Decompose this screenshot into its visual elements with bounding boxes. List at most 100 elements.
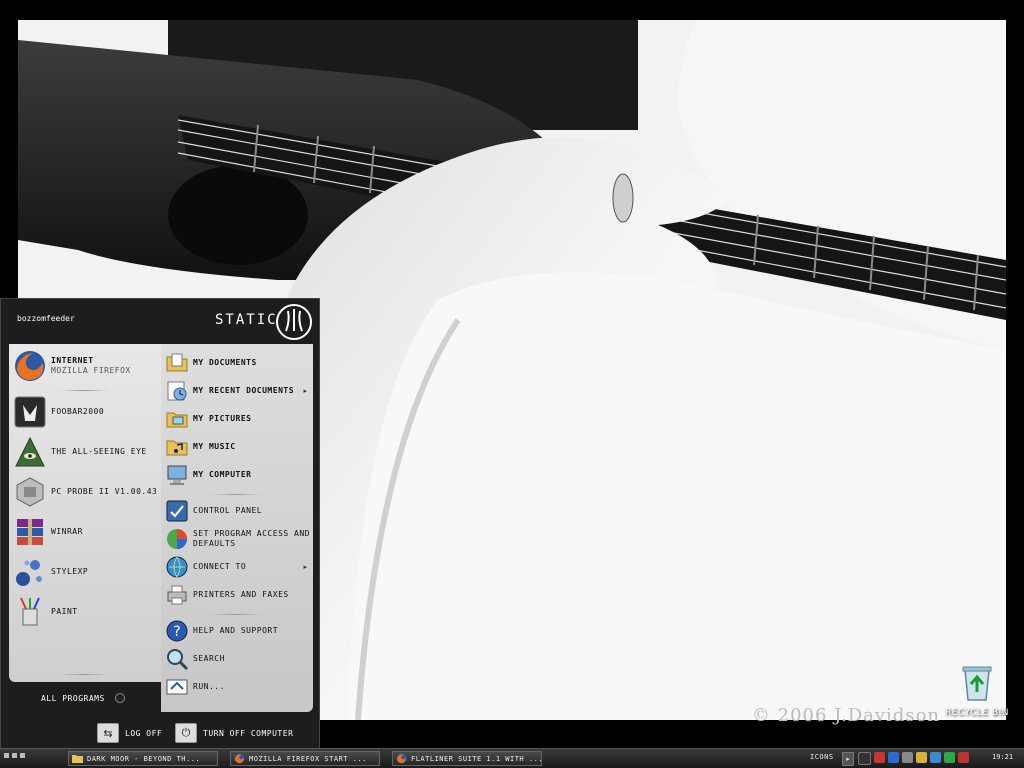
recent-documents-icon [167, 381, 187, 401]
search-icon [167, 649, 189, 671]
place-my-music[interactable]: MY MUSIC [165, 434, 311, 460]
program-label: PC PROBE II V1.00.43 [51, 487, 158, 496]
program-pc-probe[interactable]: PC PROBE II V1.00.43 [13, 474, 161, 510]
all-programs-button[interactable]: ALL PROGRAMS [9, 684, 161, 712]
place-label: MY MUSIC [193, 442, 236, 451]
taskbar-item-label: DARK MOOR - BEYOND TH... [87, 754, 201, 763]
recycle-bin-icon [962, 666, 992, 701]
program-label: WINRAR [51, 527, 83, 536]
folder-icon [72, 755, 83, 763]
theme-logo-icon [276, 304, 312, 340]
system-program-defaults[interactable]: SET PROGRAM ACCESS AND DEFAULTS [165, 526, 311, 552]
start-dot-icon [12, 753, 17, 758]
tray-alert-icon[interactable] [958, 752, 969, 763]
program-label: PAINT [51, 607, 78, 616]
tray-app-icon[interactable] [858, 752, 871, 765]
start-dot-icon [20, 753, 25, 758]
program-stylexp[interactable]: STYLEXP [13, 554, 161, 590]
start-menu-header: bozzomfeeder STATIC [1, 299, 321, 344]
user-name: bozzomfeeder [17, 314, 75, 323]
firefox-icon [396, 753, 407, 764]
place-my-documents[interactable]: MY DOCUMENTS [165, 350, 311, 376]
separator [59, 674, 109, 675]
tray-messenger-icon[interactable] [930, 752, 941, 763]
system-tray [858, 752, 969, 765]
printer-icon [167, 585, 187, 605]
tray-update-icon[interactable] [916, 752, 927, 763]
power-icon: ⏻ [175, 723, 197, 743]
firefox-icon [15, 351, 45, 381]
system-label: CONTROL PANEL [193, 506, 263, 515]
run-icon [166, 679, 188, 695]
tray-volume-icon[interactable] [902, 752, 913, 763]
taskbar-item-label: MOZILLA FIREFOX START ... [249, 754, 367, 763]
program-firefox[interactable]: INTERNET MOZILLA FIREFOX [13, 348, 161, 384]
stylexp-icon [16, 560, 42, 586]
system-label: PRINTERS AND FAXES [193, 590, 289, 599]
search-item[interactable]: SEARCH [165, 646, 311, 672]
start-menu-places-pane: MY DOCUMENTS MY RECENT DOCUMENTS ▸ MY PI… [161, 344, 313, 712]
winrar-icon [17, 519, 43, 545]
program-all-seeing-eye[interactable]: THE ALL-SEEING EYE [13, 434, 161, 470]
program-defaults-icon [167, 529, 187, 549]
recycle-bin[interactable]: RECYCLE BIN [942, 664, 1012, 718]
firefox-icon [234, 753, 245, 764]
start-button[interactable] [4, 753, 25, 758]
place-label: MY RECENT DOCUMENTS [193, 386, 295, 395]
paint-icon [20, 597, 40, 626]
tray-utility-icon[interactable] [944, 752, 955, 763]
wallpaper-watermark: © 2006 J.Davidson [751, 705, 940, 726]
taskbar-clock[interactable]: 19:21 [992, 753, 1013, 761]
submenu-arrow-icon: ▸ [303, 387, 307, 395]
start-dot-icon [4, 753, 9, 758]
program-label: STYLEXP [51, 567, 89, 576]
tray-antivirus-icon[interactable] [874, 752, 885, 763]
separator [211, 494, 261, 495]
taskbar-item-dark-moor[interactable]: DARK MOOR - BEYOND TH... [68, 751, 218, 766]
start-menu: bozzomfeeder STATIC INTERNET MOZILLA FIRE… [0, 298, 320, 748]
separator [211, 614, 261, 615]
program-label: FOOBAR2000 [51, 407, 105, 416]
program-foobar[interactable]: FOOBAR2000 [13, 394, 161, 430]
program-paint[interactable]: PAINT [13, 594, 161, 630]
folder-documents-icon [166, 353, 188, 372]
place-my-computer[interactable]: MY COMPUTER [165, 462, 311, 488]
folder-music-icon [166, 440, 188, 456]
submenu-arrow-icon: ▸ [303, 563, 307, 571]
turn-off-button[interactable]: ⏻ TURN OFF COMPUTER [175, 723, 293, 743]
eye-pyramid-icon [15, 436, 45, 467]
program-sublabel: MOZILLA FIREFOX [51, 366, 131, 375]
theme-brand: STATIC [215, 312, 278, 328]
program-label: INTERNET [51, 356, 94, 365]
taskbar-item-firefox-start[interactable]: MOZILLA FIREFOX START ... [230, 751, 380, 766]
all-programs-arrow-icon [114, 693, 125, 703]
system-printers-faxes[interactable]: PRINTERS AND FAXES [165, 582, 311, 608]
control-panel-icon [166, 500, 188, 522]
tray-network-icon[interactable] [888, 752, 899, 763]
system-control-panel[interactable]: CONTROL PANEL [165, 498, 311, 524]
taskbar: DARK MOOR - BEYOND TH... MOZILLA FIREFOX… [0, 748, 1024, 768]
svg-text:?: ? [173, 624, 180, 640]
tray-expand-arrow-icon[interactable]: ▸ [842, 752, 854, 766]
program-label: THE ALL-SEEING EYE [51, 447, 147, 456]
help-icon: ? [166, 620, 188, 642]
system-connect-to[interactable]: CONNECT TO ▸ [165, 554, 311, 580]
foobar-icon [14, 396, 46, 428]
log-off-icon: ⇆ [97, 723, 119, 743]
place-label: MY PICTURES [193, 414, 252, 423]
program-winrar[interactable]: WINRAR [13, 514, 161, 550]
place-my-recent-documents[interactable]: MY RECENT DOCUMENTS ▸ [165, 378, 311, 404]
taskbar-item-label: FLATLINER SUITE 1.1 WITH ... [411, 754, 541, 763]
system-label: SET PROGRAM ACCESS AND DEFAULTS [193, 529, 310, 548]
system-label: CONNECT TO [193, 562, 247, 571]
help-label: SEARCH [193, 654, 225, 663]
place-my-pictures[interactable]: MY PICTURES [165, 406, 311, 432]
taskbar-item-flatliner[interactable]: FLATLINER SUITE 1.1 WITH ... [392, 751, 542, 766]
help-and-support[interactable]: ? HELP AND SUPPORT [165, 618, 311, 644]
run-item[interactable]: RUN... [165, 674, 311, 700]
start-menu-programs-pane: INTERNET MOZILLA FIREFOX FOOBAR2000 THE A… [9, 344, 161, 682]
separator [59, 390, 109, 391]
log-off-button[interactable]: ⇆ LOG OFF [97, 723, 162, 743]
connect-icon [166, 556, 188, 578]
tray-icons-label[interactable]: ICONS [810, 753, 834, 761]
